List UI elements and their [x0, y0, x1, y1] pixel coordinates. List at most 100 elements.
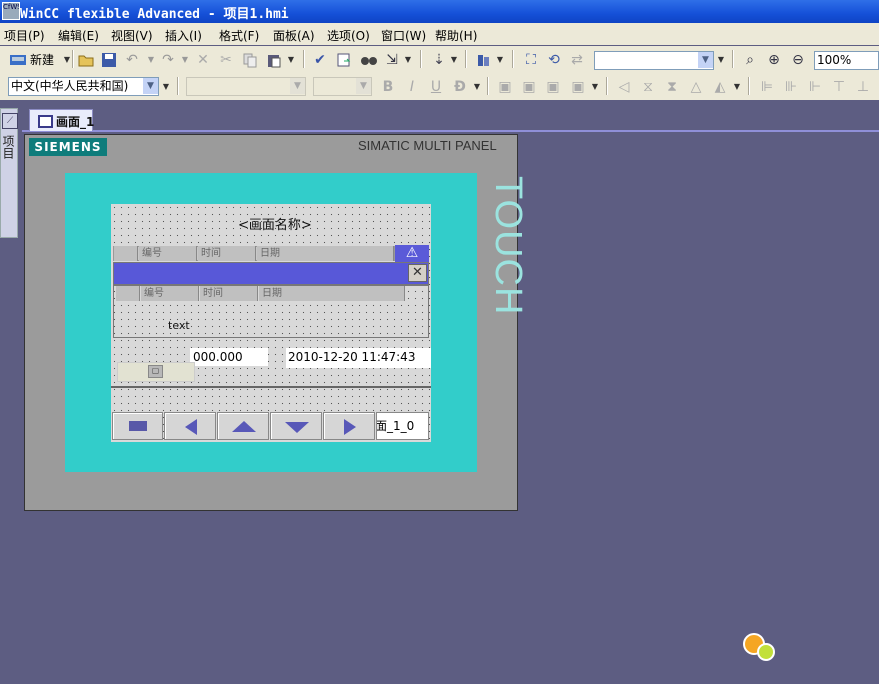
datetime-field[interactable]: 2010-12-20 11:47:43: [286, 348, 431, 368]
close-icon[interactable]: ✕: [408, 264, 427, 282]
new-screen-icon[interactable]: [8, 51, 28, 69]
underline-icon[interactable]: U: [428, 77, 444, 97]
zoom-out-icon[interactable]: ⊖: [788, 50, 808, 70]
compile-icon[interactable]: [334, 50, 354, 70]
align-top-icon[interactable]: ⊤: [829, 77, 849, 97]
find-icon[interactable]: ⛶: [521, 50, 541, 70]
cut-icon[interactable]: ✂: [216, 50, 236, 70]
chevron-down-icon[interactable]: ▼: [698, 52, 713, 68]
runtime-icon[interactable]: [358, 50, 380, 70]
menu-options[interactable]: 选项(O): [327, 27, 370, 44]
down-button[interactable]: [270, 412, 322, 440]
screen-nav-button[interactable]: 画面_1_0: [376, 412, 429, 440]
menu-edit[interactable]: 编辑(E): [58, 27, 99, 44]
language-value: 中文(中华人民共和国): [11, 79, 129, 93]
language-combo[interactable]: 中文(中华人民共和国) ▼: [8, 77, 159, 96]
format-dropdown-icon[interactable]: ▼: [473, 79, 481, 93]
triangle-right-icon: [344, 419, 356, 435]
menu-view[interactable]: 视图(V): [111, 27, 153, 44]
new-dropdown-arrow-icon[interactable]: ▼: [62, 52, 72, 66]
transfer-dropdown-icon[interactable]: ▼: [404, 52, 412, 66]
open-folder-icon[interactable]: [76, 50, 96, 70]
device-model-label: SIMATIC MULTI PANEL: [358, 138, 497, 153]
menu-faceplate[interactable]: 面板(A): [273, 27, 315, 44]
next-button[interactable]: [323, 412, 375, 440]
copy-icon[interactable]: [240, 50, 260, 70]
align-right-icon[interactable]: ⊩: [805, 77, 825, 97]
undo-icon[interactable]: ↶: [122, 50, 142, 70]
menu-window[interactable]: 窗口(W): [381, 27, 426, 44]
editor-tab-bar: [22, 106, 879, 132]
replace-icon[interactable]: ⟲: [544, 50, 564, 70]
separator: [512, 50, 514, 68]
redo-icon[interactable]: ↷: [158, 50, 178, 70]
align-bottom-icon[interactable]: ⊥: [853, 77, 873, 97]
zoom-in-icon[interactable]: ⊕: [764, 50, 784, 70]
cross-reference-icon[interactable]: ⇄: [567, 50, 587, 70]
undo-dropdown-icon[interactable]: ▼: [147, 52, 155, 66]
align-center-icon[interactable]: ⊪: [781, 77, 801, 97]
object-selector-combo[interactable]: ▼: [594, 51, 714, 70]
rotate-dropdown-icon[interactable]: ▼: [733, 79, 741, 93]
project-view-tab[interactable]: ⟋ 项目: [0, 108, 18, 238]
save-icon[interactable]: [99, 50, 119, 70]
previous-button[interactable]: [164, 412, 216, 440]
ungroup-icon[interactable]: ▣: [519, 77, 539, 97]
align-left-icon[interactable]: ⊫: [757, 77, 777, 97]
zoom-combo[interactable]: 100%: [814, 51, 879, 70]
chevron-down-icon[interactable]: ▼: [356, 78, 371, 94]
library-dropdown-icon[interactable]: ▼: [496, 52, 504, 66]
alarm2-header-blank: [116, 286, 140, 301]
alarm-header-time: 时间: [198, 246, 256, 261]
menu-insert[interactable]: 插入(I): [165, 27, 202, 44]
check-consistency-icon[interactable]: ✔: [310, 50, 330, 70]
paste-dropdown-icon[interactable]: ▼: [287, 52, 295, 66]
home-button[interactable]: [112, 412, 163, 440]
zoom-area-icon[interactable]: ⌕: [740, 50, 760, 70]
rotate-icon[interactable]: ◭: [710, 77, 730, 97]
flip-horizontal-icon[interactable]: ⧗: [662, 77, 682, 97]
alarm-indicator-icon[interactable]: ⚠: [395, 245, 429, 262]
redo-dropdown-icon[interactable]: ▼: [181, 52, 189, 66]
object-selector-dropdown-icon[interactable]: ▼: [717, 52, 725, 66]
library-icon[interactable]: [474, 50, 494, 70]
chevron-down-icon[interactable]: ▼: [290, 78, 305, 94]
move-down-icon[interactable]: ⇣: [429, 50, 449, 70]
language-dropdown-icon[interactable]: ▼: [162, 79, 170, 93]
rotate-left-icon[interactable]: ◁: [614, 77, 634, 97]
group-icon[interactable]: ▣: [495, 77, 515, 97]
menu-format[interactable]: 格式(F): [219, 27, 259, 44]
menu-project[interactable]: 项目(P): [4, 27, 45, 44]
send-back-icon[interactable]: ▣: [568, 77, 588, 97]
separator: [72, 50, 74, 68]
rotate-right-icon[interactable]: △: [686, 77, 706, 97]
move-dropdown-icon[interactable]: ▼: [450, 52, 458, 66]
new-button-label[interactable]: 新建: [30, 51, 54, 68]
arrange-dropdown-icon[interactable]: ▼: [591, 79, 599, 93]
screen-name-label[interactable]: <画面名称>: [238, 214, 312, 233]
text-field[interactable]: text: [168, 319, 190, 332]
font-combo[interactable]: ▼: [186, 77, 306, 96]
window-title: WinCC flexible Advanced - 项目1.hmi: [20, 7, 289, 22]
project-pin-icon[interactable]: ⟋: [2, 113, 18, 129]
title-bar: CfWS WinCC flexible Advanced - 项目1.hmi: [0, 0, 879, 23]
io-field[interactable]: 000.000: [190, 348, 268, 366]
siemens-logo: SIEMENS: [29, 138, 107, 156]
font-size-combo[interactable]: ▼: [313, 77, 372, 96]
screen-icon: [38, 115, 53, 128]
tab-screen-1[interactable]: 画面_1: [29, 109, 94, 131]
delete-icon[interactable]: ✕: [193, 50, 213, 70]
separator: [732, 50, 734, 68]
separator: [487, 77, 489, 95]
italic-icon[interactable]: I: [404, 77, 420, 97]
chevron-down-icon[interactable]: ▼: [143, 78, 158, 94]
alarm-window-titlebar[interactable]: [113, 262, 429, 285]
transfer-icon[interactable]: ⇲: [382, 50, 402, 70]
up-button[interactable]: [217, 412, 269, 440]
paste-icon[interactable]: [264, 50, 284, 70]
bring-front-icon[interactable]: ▣: [543, 77, 563, 97]
bold-icon[interactable]: B: [380, 77, 396, 97]
menu-help[interactable]: 帮助(H): [435, 27, 477, 44]
strikeout-icon[interactable]: Ð: [452, 77, 468, 97]
flip-vertical-icon[interactable]: ⧖: [638, 77, 658, 97]
